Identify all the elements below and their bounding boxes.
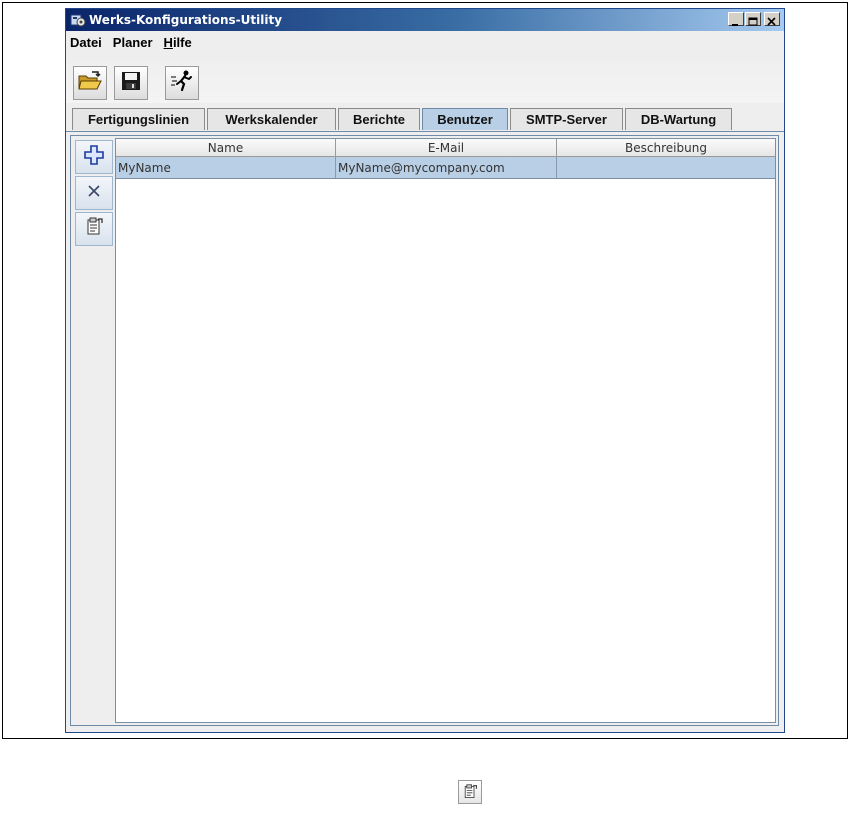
tab-strip: Fertigungslinien Werkskalender Berichte … <box>66 107 784 132</box>
menu-datei[interactable]: Datei <box>70 35 102 50</box>
properties-icon <box>84 217 104 241</box>
properties-icon <box>458 780 482 804</box>
add-plus-icon <box>83 144 105 170</box>
save-disk-icon <box>120 70 142 96</box>
table-header: Name E-Mail Beschreibung <box>116 139 775 157</box>
main-toolbar <box>66 53 784 103</box>
maximize-icon[interactable] <box>745 12 761 26</box>
delete-x-icon <box>85 182 103 204</box>
tab-db-wartung[interactable]: DB-Wartung <box>625 108 732 130</box>
tab-berichte[interactable]: Berichte <box>338 108 420 130</box>
user-side-toolbar <box>73 138 113 723</box>
tab-content-benutzer: Name E-Mail Beschreibung MyName MyName@m… <box>70 135 779 726</box>
column-header-beschreibung[interactable]: Beschreibung <box>557 139 775 157</box>
column-header-name[interactable]: Name <box>116 139 336 157</box>
close-icon[interactable] <box>764 12 780 26</box>
delete-user-button[interactable] <box>75 176 113 210</box>
window-title: Werks-Konfigurations-Utility <box>89 13 283 27</box>
app-gear-icon <box>70 12 86 28</box>
title-bar[interactable]: Werks-Konfigurations-Utility <box>66 9 784 31</box>
exit-button[interactable] <box>165 66 199 100</box>
cell-name: MyName <box>116 157 336 178</box>
tab-fertigungslinien[interactable]: Fertigungslinien <box>72 108 205 130</box>
app-window: Werks-Konfigurations-Utility Datei Plane… <box>65 8 785 733</box>
table-row[interactable]: MyName MyName@mycompany.com <box>116 157 775 179</box>
tab-werkskalender[interactable]: Werkskalender <box>207 108 336 130</box>
menu-planer[interactable]: Planer <box>113 35 153 50</box>
cell-email: MyName@mycompany.com <box>336 157 557 178</box>
minimize-icon[interactable] <box>728 12 744 26</box>
users-table: Name E-Mail Beschreibung MyName MyName@m… <box>115 138 776 723</box>
open-button[interactable] <box>73 66 107 100</box>
column-header-email[interactable]: E-Mail <box>336 139 557 157</box>
open-folder-icon <box>77 70 103 96</box>
cell-beschreibung <box>557 157 775 178</box>
menu-hilfe[interactable]: Hilfe <box>164 35 192 50</box>
menu-bar: Datei Planer Hilfe <box>66 31 784 53</box>
user-properties-button[interactable] <box>75 212 113 246</box>
tab-benutzer[interactable]: Benutzer <box>422 108 508 130</box>
tab-smtp-server[interactable]: SMTP-Server <box>510 108 623 130</box>
add-user-button[interactable] <box>75 140 113 174</box>
save-button[interactable] <box>114 66 148 100</box>
exit-runner-icon <box>170 69 194 97</box>
